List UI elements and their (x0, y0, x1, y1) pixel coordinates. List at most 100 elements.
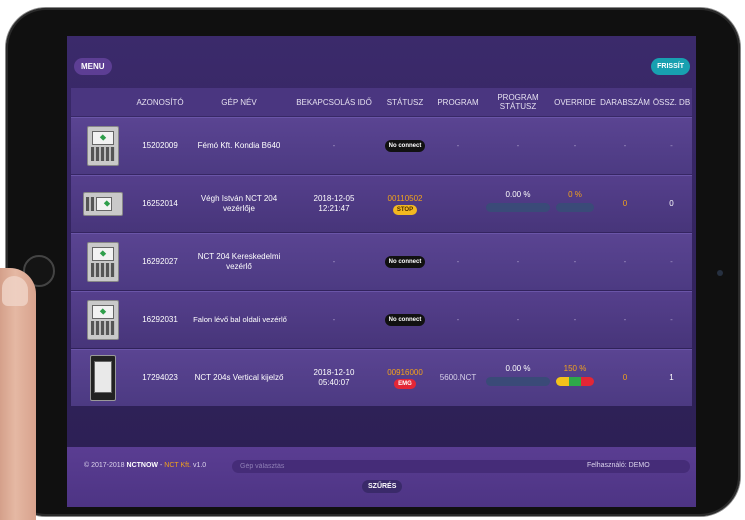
refresh-button[interactable]: FRISSÍT (651, 58, 690, 75)
program-progress-bar (486, 203, 550, 212)
program: 5600.NCT (439, 373, 477, 382)
uptime: 2018-12-10 05:40:07 (289, 350, 379, 406)
controller-image (83, 192, 123, 216)
controller-image (87, 300, 119, 340)
piece-count: 0 (622, 199, 628, 208)
menu-button[interactable]: MENU (74, 58, 112, 75)
total-count: - (670, 257, 673, 266)
column-header-status: STÁTUSZ (386, 97, 424, 107)
program: - (456, 257, 460, 266)
program: - (456, 141, 460, 150)
table-row[interactable]: 16292027 NCT 204 Kereskedelmi vezérlő - … (71, 233, 692, 290)
program-status: - (516, 141, 520, 150)
uptime: - (332, 141, 336, 150)
program (431, 176, 485, 232)
uptime: - (332, 257, 336, 266)
machine-thumbnail (81, 118, 125, 174)
machine-name: Fémó Kft. Kondia B640 (197, 141, 281, 150)
column-header-program-status: PROGRAM STÁTUSZ (497, 93, 539, 111)
uptime: - (332, 315, 336, 324)
column-header-total: ÖSSZ. DB (652, 97, 691, 107)
status-badge: EMG (394, 378, 416, 389)
program-status: 0.00 % (485, 350, 551, 406)
override: 0 % (551, 176, 599, 232)
status-code: 00110502 (387, 193, 423, 203)
override-bar (556, 377, 594, 386)
machine-thumbnail (81, 350, 125, 406)
machine-id: 16292031 (142, 315, 178, 324)
controller-image (87, 126, 119, 166)
column-header-uptime: BEKAPCSOLÁS IDŐ (296, 97, 372, 107)
status-badge: No connect (384, 314, 426, 326)
program-status: - (516, 257, 520, 266)
machine-id: 16292027 (142, 257, 178, 266)
status-badge: No connect (384, 256, 426, 268)
machine-name: Végh István NCT 204 vezérlője (200, 194, 278, 213)
version: v1.0 (192, 462, 207, 469)
machine-thumbnail (81, 234, 125, 290)
table-row[interactable]: 15202009 Fémó Kft. Kondia B640 - No conn… (71, 117, 692, 174)
program-progress-bar (486, 377, 550, 386)
status-cell: No connect (379, 118, 431, 174)
copyright: © 2017-2018 NCTNOW - NCT Kft. v1.0 (84, 462, 206, 469)
program: - (456, 315, 460, 324)
program-status-percent: 0.00 % (505, 364, 531, 373)
table-row[interactable]: 16292031 Falon lévő bal oldali vezérlő -… (71, 291, 692, 348)
total-count: - (670, 315, 673, 324)
status-cell: No connect (379, 292, 431, 348)
footer: © 2017-2018 NCTNOW - NCT Kft. v1.0 Felha… (67, 447, 696, 507)
status-badge: STOP (392, 204, 418, 215)
total-count: 1 (669, 373, 674, 382)
override: - (573, 315, 577, 324)
piece-count: - (623, 257, 627, 266)
user-label: Felhasználó: DEMO (587, 462, 650, 469)
uptime-time: 05:40:07 (318, 378, 350, 387)
override: - (573, 257, 577, 266)
tablet-frame: MENU FRISSÍT AZONOSÍTÓ GÉP NÉV BEKAPCSOL… (6, 8, 740, 516)
table-row[interactable]: 17294023 NCT 204s Vertical kijelző 2018-… (71, 349, 692, 406)
fingernail (2, 276, 28, 306)
program-status: 0.00 % (485, 176, 551, 232)
filter-button[interactable]: SZŰRÉS (362, 480, 403, 493)
uptime-date: 2018-12-05 (313, 194, 355, 203)
status-badge: No connect (384, 140, 426, 152)
table-row[interactable]: 16252014 Végh István NCT 204 vezérlője 2… (71, 175, 692, 232)
machine-name: NCT 204s Vertical kijelző (194, 373, 284, 382)
column-header-id: AZONOSÍTÓ (136, 97, 184, 107)
program-status-percent: 0.00 % (505, 190, 531, 199)
uptime: 2018-12-05 12:21:47 (289, 176, 379, 232)
brand-name: NCTNOW (126, 462, 159, 469)
machine-table: AZONOSÍTÓ GÉP NÉV BEKAPCSOLÁS IDŐ STÁTUS… (71, 88, 692, 406)
column-header-program: PROGRAM (437, 97, 479, 107)
override-percent: 150 % (563, 364, 587, 373)
override-percent: 0 % (568, 190, 582, 199)
status-cell: 00110502 STOP (379, 176, 431, 232)
override: - (573, 141, 577, 150)
program-status: - (516, 315, 520, 324)
machine-id: 16252014 (142, 199, 178, 208)
machine-id: 17294023 (142, 373, 178, 382)
override: 150 % (551, 350, 599, 406)
column-header-override: OVERRIDE (554, 97, 596, 107)
machine-name: Falon lévő bal oldali vezérlő (193, 315, 287, 324)
piece-count: - (623, 315, 627, 324)
machine-id: 15202009 (142, 141, 178, 150)
column-header-name: GÉP NÉV (221, 97, 257, 107)
camera (717, 270, 723, 276)
status-code: 00916000 (387, 367, 423, 377)
total-count: - (670, 141, 673, 150)
table-header: AZONOSÍTÓ GÉP NÉV BEKAPCSOLÁS IDŐ STÁTUS… (71, 88, 692, 116)
uptime-date: 2018-12-10 (313, 368, 355, 377)
uptime-time: 12:21:47 (318, 204, 350, 213)
piece-count: - (623, 141, 627, 150)
company-name: NCT Kft. (164, 462, 191, 469)
piece-count: 0 (622, 373, 628, 382)
status-cell: No connect (379, 234, 431, 290)
app-screen: MENU FRISSÍT AZONOSÍTÓ GÉP NÉV BEKAPCSOL… (67, 36, 696, 507)
copyright-years: © 2017-2018 (84, 462, 125, 469)
controller-image (90, 355, 116, 401)
machine-thumbnail (81, 292, 125, 348)
machine-thumbnail (81, 176, 125, 232)
controller-image (87, 242, 119, 282)
total-count: 0 (669, 199, 674, 208)
